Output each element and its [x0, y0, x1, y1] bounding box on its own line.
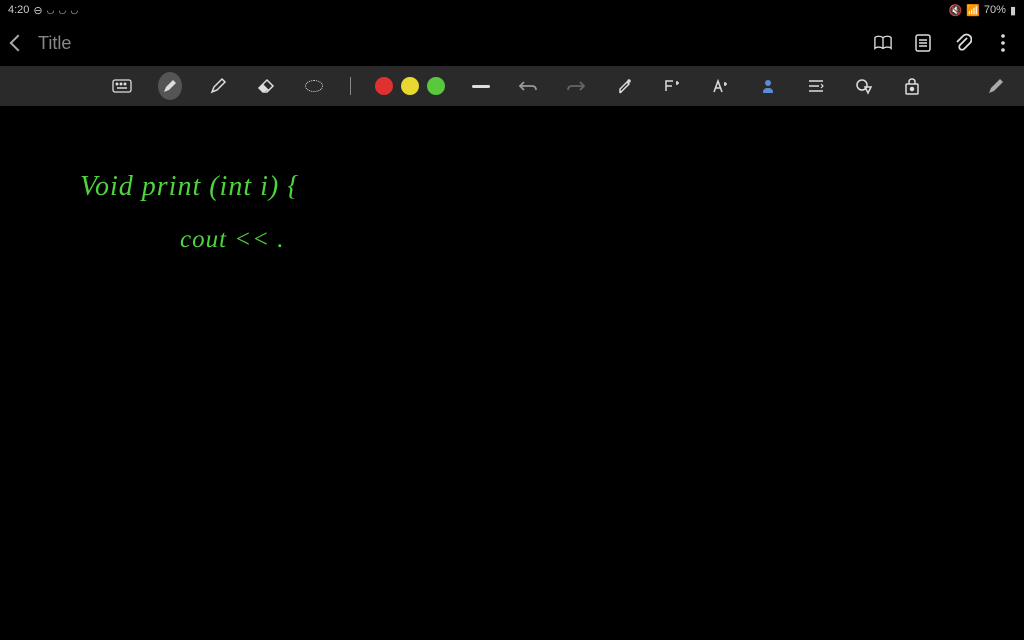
smart-pen-tool[interactable] [612, 72, 636, 100]
handwriting-line-1: Void print (int i) { [80, 171, 299, 203]
page-title[interactable]: Title [38, 33, 71, 54]
toolbar [0, 66, 1024, 106]
status-icon-4: ◡ [70, 5, 78, 16]
more-options-button[interactable] [994, 34, 1012, 52]
chevron-left-icon [10, 35, 27, 52]
app-header: Title [0, 20, 1024, 66]
page-list-button[interactable] [914, 34, 932, 52]
color-yellow[interactable] [401, 77, 419, 95]
keyboard-tool[interactable] [110, 72, 134, 100]
redo-button[interactable] [564, 72, 588, 100]
shapes-tool[interactable] [852, 72, 876, 100]
undo-button[interactable] [516, 72, 540, 100]
selection-tool[interactable] [302, 72, 326, 100]
stroke-line-icon [472, 85, 490, 88]
handwriting-to-text-tool[interactable] [756, 72, 780, 100]
lock-canvas-tool[interactable] [900, 72, 924, 100]
battery-icon: ▮ [1010, 4, 1016, 17]
stroke-width-tool[interactable] [469, 72, 493, 100]
attachment-button[interactable] [954, 34, 972, 52]
align-tool[interactable] [804, 72, 828, 100]
status-icon-3: ◡ [59, 5, 67, 16]
status-bar: 4:20 ⊖ ◡ ◡ ◡ 🔇 📶 70% ▮ [0, 0, 1024, 20]
status-icon-2: ◡ [47, 5, 55, 16]
color-red[interactable] [375, 77, 393, 95]
wifi-icon: 📶 [966, 4, 980, 17]
highlighter-tool[interactable] [158, 72, 182, 100]
back-button[interactable] [12, 37, 24, 49]
header-left: Title [12, 33, 71, 54]
pen-tool[interactable] [206, 72, 230, 100]
handwriting-line-2: cout << . [180, 226, 285, 254]
status-time: 4:20 [8, 4, 29, 16]
color-green[interactable] [427, 77, 445, 95]
mute-icon: 🔇 [949, 4, 963, 17]
status-right: 🔇 📶 70% ▮ [949, 4, 1017, 17]
text-tool[interactable] [708, 72, 732, 100]
toolbar-divider [350, 77, 351, 95]
header-right [874, 34, 1012, 52]
battery-text: 70% [984, 4, 1006, 16]
dotted-circle-icon [305, 80, 323, 92]
color-palette [375, 77, 445, 95]
edit-mode-toggle[interactable] [982, 72, 1010, 100]
eraser-tool[interactable] [254, 72, 278, 100]
status-icon-1: ⊖ [33, 4, 42, 17]
easy-writing-pad-tool[interactable] [660, 72, 684, 100]
status-left: 4:20 ⊖ ◡ ◡ ◡ [8, 4, 78, 17]
drawing-canvas[interactable]: Void print (int i) { cout << . [0, 106, 1024, 640]
reading-mode-button[interactable] [874, 34, 892, 52]
